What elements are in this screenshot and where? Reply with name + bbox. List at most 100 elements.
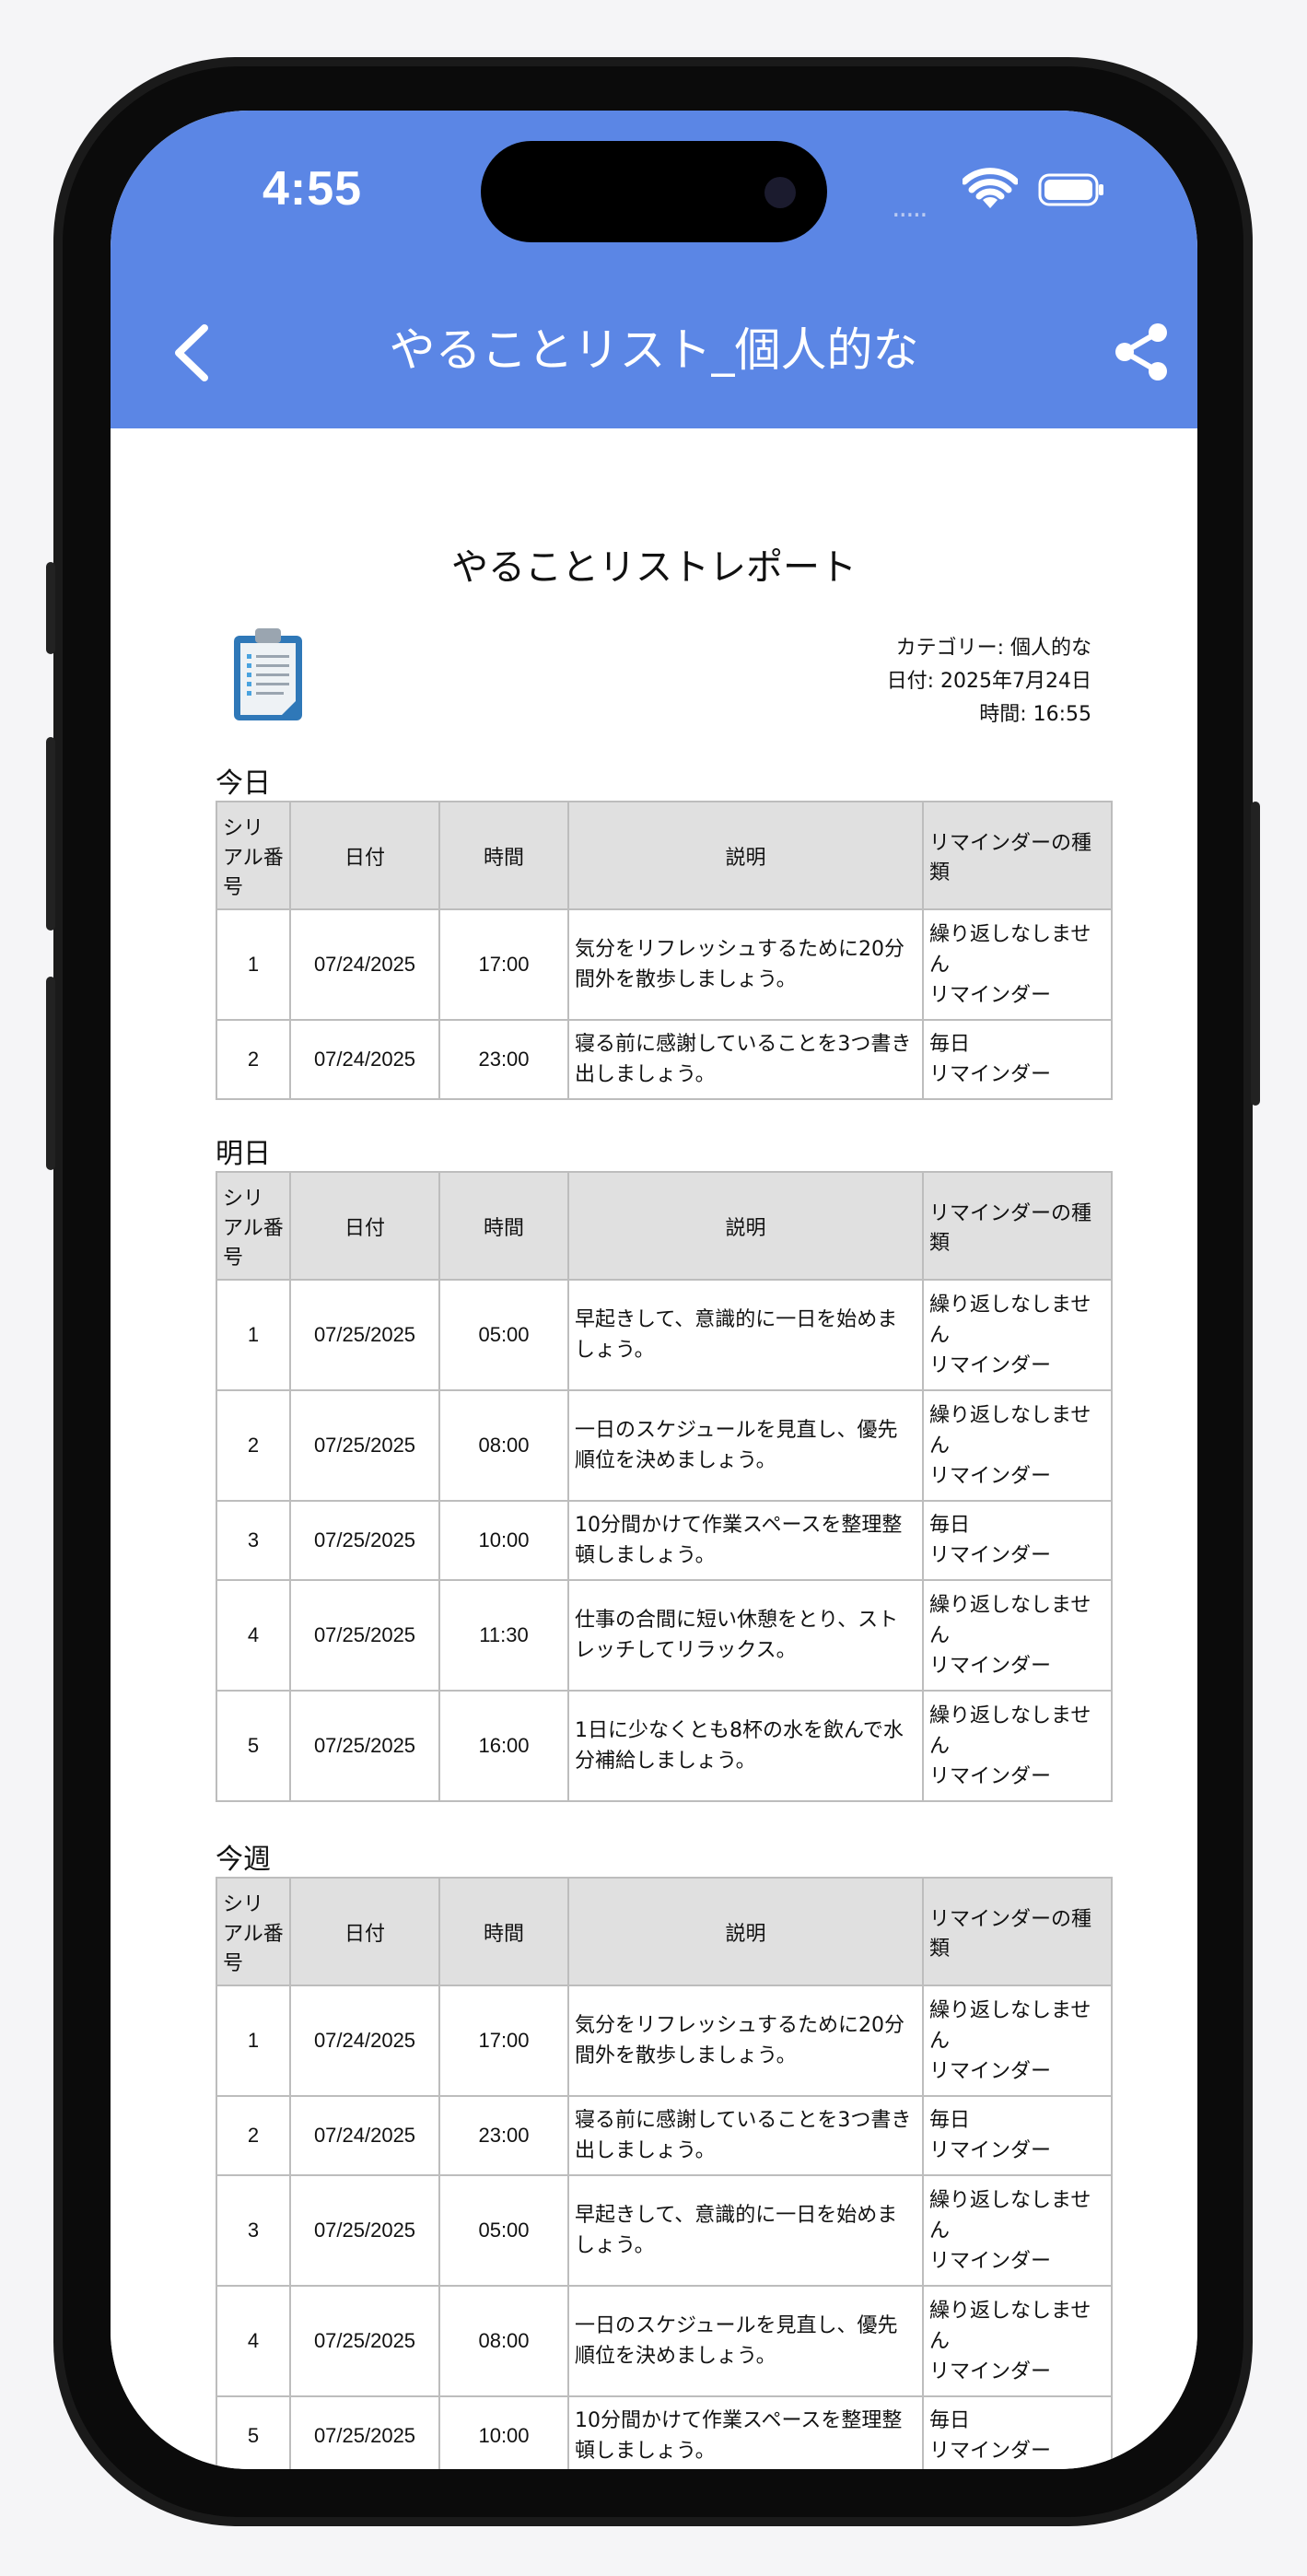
reminder-repeat: 繰り返しなしません <box>929 1998 1091 2053</box>
reminder-type: リマインダー <box>929 2059 1052 2083</box>
col-description: 説明 <box>567 1877 924 1986</box>
col-description: 説明 <box>567 801 924 910</box>
share-icon[interactable] <box>1110 320 1173 384</box>
col-time: 時間 <box>438 1877 569 1986</box>
cell-serial: 4 <box>216 1579 291 1692</box>
table-row: 1 07/24/2025 17:00 気分をリフレッシュするために20分間外を散… <box>216 1985 1113 2097</box>
col-time: 時間 <box>438 1171 569 1281</box>
cell-description: 気分をリフレッシュするために20分間外を散歩しましょう。 <box>567 1985 924 2097</box>
col-time: 時間 <box>438 801 569 910</box>
reminder-repeat: 毎日 <box>929 1514 971 1537</box>
reminder-repeat: 繰り返しなしません <box>929 922 1091 977</box>
table-row: 5 07/25/2025 16:00 1日に少なくとも8杯の水を飲んで水分補給し… <box>216 1690 1113 1802</box>
table-row: 4 07/25/2025 11:30 仕事の合間に短い休憩をとり、ストレッチして… <box>216 1579 1113 1692</box>
report-title: やることリストレポート <box>451 546 857 589</box>
cell-date: 07/24/2025 <box>289 1985 440 2097</box>
cell-time: 10:00 <box>438 2395 569 2469</box>
cell-time: 17:00 <box>438 1985 569 2097</box>
cell-serial: 5 <box>216 1690 291 1802</box>
reminder-repeat: 毎日 <box>929 2109 971 2132</box>
report-date: 日付: 2025年7月24日 <box>886 670 1091 693</box>
col-date: 日付 <box>289 1171 440 1281</box>
cell-time: 05:00 <box>438 1279 569 1391</box>
col-description: 説明 <box>567 1171 924 1281</box>
col-date: 日付 <box>289 1877 440 1986</box>
table-header-row: シリアル番号 日付 時間 説明 リマインダーの種類 <box>216 1877 1113 1986</box>
cell-serial: 2 <box>216 1389 291 1502</box>
col-serial: シリアル番号 <box>216 1171 291 1281</box>
camera-icon <box>764 177 796 208</box>
col-reminder: リマインダーの種類 <box>922 1171 1113 1281</box>
cell-date: 07/25/2025 <box>289 2174 440 2287</box>
report-time: 時間: 16:55 <box>979 703 1091 726</box>
section-label-tomorrow: 明日 <box>216 1138 271 1170</box>
reminder-repeat: 毎日 <box>929 2409 971 2432</box>
cell-date: 07/24/2025 <box>289 908 440 1021</box>
cell-description: 早起きして、意識的に一日を始めましょう。 <box>567 2174 924 2287</box>
reminder-type: リマインダー <box>929 1764 1052 1788</box>
cell-serial: 3 <box>216 2174 291 2287</box>
cell-time: 17:00 <box>438 908 569 1021</box>
reminder-repeat: 繰り返しなしません <box>929 1593 1091 1647</box>
cell-date: 07/24/2025 <box>289 2095 440 2176</box>
cell-reminder: 繰り返しなしませんリマインダー <box>922 1985 1113 2097</box>
cell-time: 10:00 <box>438 1500 569 1581</box>
cell-time: 08:00 <box>438 1389 569 1502</box>
back-icon[interactable] <box>166 321 221 385</box>
app-header: 4:55 ..... やることリスト_個人的な <box>111 111 1197 428</box>
cell-serial: 2 <box>216 1019 291 1100</box>
cell-serial: 2 <box>216 2095 291 2176</box>
table-row: 3 07/25/2025 05:00 早起きして、意識的に一日を始めましょう。 … <box>216 2174 1113 2287</box>
table-tomorrow: シリアル番号 日付 時間 説明 リマインダーの種類 1 07/25/2025 0… <box>216 1171 1113 1802</box>
cell-reminder: 毎日 リマインダー <box>922 1019 1113 1100</box>
cell-description: 1日に少なくとも8杯の水を飲んで水分補給しましょう。 <box>567 1690 924 1802</box>
nav-title: やることリスト_個人的な <box>389 323 919 377</box>
col-serial: シリアル番号 <box>216 801 291 910</box>
reminder-repeat: 繰り返しなしません <box>929 1403 1091 1458</box>
cell-description: 10分間かけて作業スペースを整理整頓しましょう。 <box>567 1500 924 1581</box>
battery-icon <box>1038 173 1103 206</box>
cell-description: 早起きして、意識的に一日を始めましょう。 <box>567 1279 924 1391</box>
cell-date: 07/25/2025 <box>289 2395 440 2469</box>
report-category: カテゴリー: 個人的な <box>895 637 1091 660</box>
cell-reminder: 繰り返しなしませんリマインダー <box>922 1579 1113 1692</box>
cell-description: 寝る前に感謝していることを3つ書き出しましょう。 <box>567 2095 924 2176</box>
reminder-type: リマインダー <box>929 1544 1052 1567</box>
power-button <box>1251 802 1260 1106</box>
volume-up-button <box>46 737 55 931</box>
table-this-week: シリアル番号 日付 時間 説明 リマインダーの種類 1 07/24/2025 1… <box>216 1877 1113 2469</box>
reminder-repeat: 毎日 <box>929 1033 971 1056</box>
cell-time: 05:00 <box>438 2174 569 2287</box>
reminder-type: リマインダー <box>929 1654 1052 1678</box>
reminder-repeat: 繰り返しなしません <box>929 2299 1091 2353</box>
table-row: 5 07/25/2025 10:00 10分間かけて作業スペースを整理整頓しまし… <box>216 2395 1113 2469</box>
cell-serial: 4 <box>216 2285 291 2397</box>
action-button <box>46 562 55 654</box>
col-reminder: リマインダーの種類 <box>922 1877 1113 1986</box>
cell-date: 07/25/2025 <box>289 2285 440 2397</box>
col-reminder: リマインダーの種類 <box>922 801 1113 910</box>
cell-description: 寝る前に感謝していることを3つ書き出しましょう。 <box>567 1019 924 1100</box>
reminder-type: リマインダー <box>929 2359 1052 2383</box>
cell-time: 11:30 <box>438 1579 569 1692</box>
table-row: 2 07/24/2025 23:00 寝る前に感謝していることを3つ書き出しまし… <box>216 1019 1113 1100</box>
reminder-type: リマインダー <box>929 1464 1052 1488</box>
report-meta: カテゴリー: 個人的な 日付: 2025年7月24日 時間: 16:55 <box>887 632 1091 732</box>
table-row: 2 07/24/2025 23:00 寝る前に感謝していることを3つ書き出しまし… <box>216 2095 1113 2176</box>
reminder-type: リマインダー <box>929 2249 1052 2273</box>
cell-reminder: 繰り返しなしません リマインダー <box>922 908 1113 1021</box>
screen: 4:55 ..... やることリスト_個人的な やることリストレポート カテゴリ… <box>111 111 1197 2469</box>
clipboard-icon <box>234 628 302 720</box>
cell-date: 07/25/2025 <box>289 1690 440 1802</box>
cell-reminder: 繰り返しなしませんリマインダー <box>922 1389 1113 1502</box>
table-header-row: シリアル番号 日付 時間 説明 リマインダーの種類 <box>216 801 1113 910</box>
cell-reminder: 毎日 リマインダー <box>922 2395 1113 2469</box>
col-date: 日付 <box>289 801 440 910</box>
cell-date: 07/25/2025 <box>289 1579 440 1692</box>
cell-description: 仕事の合間に短い休憩をとり、ストレッチしてリラックス。 <box>567 1579 924 1692</box>
reminder-repeat: 繰り返しなしません <box>929 2188 1091 2242</box>
table-today: シリアル番号 日付 時間 説明 リマインダーの種類 1 07/24/2025 1… <box>216 801 1113 1100</box>
status-time: 4:55 <box>263 162 363 216</box>
cell-reminder: 繰り返しなしませんリマインダー <box>922 2174 1113 2287</box>
reminder-repeat: 繰り返しなしません <box>929 1704 1091 1758</box>
